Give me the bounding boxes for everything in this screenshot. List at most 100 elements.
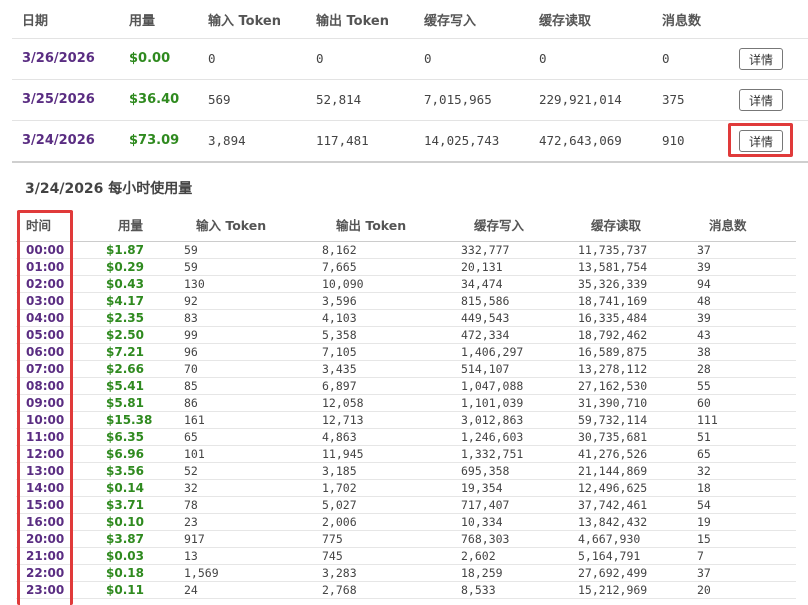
details-button[interactable]: 详情	[739, 89, 783, 111]
hour-input-token: 86	[184, 396, 198, 410]
daily-table-header: 日期 用量 输入 Token 输出 Token 缓存写入 缓存读取 消息数	[12, 0, 808, 39]
hour-output-token: 3,435	[322, 362, 357, 376]
hour-cache-read: 16,335,484	[578, 311, 648, 325]
hour-output-token: 2,768	[322, 583, 357, 597]
hour-cost: $15.38	[106, 413, 153, 427]
hour-cache-read: 4,667,930	[578, 532, 641, 546]
hour-messages: 39	[697, 260, 711, 274]
hour-input-token: 83	[184, 311, 198, 325]
details-button[interactable]: 详情	[739, 130, 783, 152]
row-messages: 0	[662, 51, 670, 66]
hour-cache-write: 1,047,088	[461, 379, 524, 393]
hour-cost: $6.96	[106, 447, 144, 461]
header-messages: 消息数	[709, 218, 747, 233]
hour-cache-read: 16,589,875	[578, 345, 648, 359]
hour-cache-write: 449,543	[461, 311, 510, 325]
row-cost: $36.40	[129, 92, 180, 107]
daily-row: 3/26/2026 $0.00 0 0 0 0 0 详情	[12, 39, 808, 80]
hour-time: 02:00	[26, 277, 65, 291]
hour-messages: 15	[697, 532, 711, 546]
header-date: 日期	[22, 14, 49, 29]
hour-time: 21:00	[26, 549, 65, 563]
hour-input-token: 59	[184, 243, 198, 257]
table-row: 09:00 $5.81 86 12,058 1,101,039 31,390,710 60	[16, 395, 796, 412]
hour-messages: 94	[697, 277, 711, 291]
header-cache-read: 缓存读取	[539, 14, 592, 29]
hour-cache-write: 472,334	[461, 328, 510, 342]
hour-messages: 48	[697, 294, 711, 308]
table-row: 01:00 $0.29 59 7,665 20,131 13,581,754 39	[16, 259, 796, 276]
hourly-table-header: 时间 用量 输入 Token 输出 Token 缓存写入 缓存读取 消息数	[16, 213, 796, 242]
hour-cost: $2.66	[106, 362, 144, 376]
hour-cache-read: 15,212,969	[578, 583, 648, 597]
header-messages: 消息数	[662, 14, 702, 29]
row-date: 3/26/2026	[22, 51, 95, 66]
hour-input-token: 161	[184, 413, 205, 427]
hour-messages: 20	[697, 583, 711, 597]
hour-input-token: 52	[184, 464, 198, 478]
hour-output-token: 12,713	[322, 413, 364, 427]
hour-cache-read: 27,162,530	[578, 379, 648, 393]
table-row: 15:00 $3.71 78 5,027 717,407 37,742,461 54	[16, 497, 796, 514]
hour-cache-read: 12,496,625	[578, 481, 648, 495]
table-row: 03:00 $4.17 92 3,596 815,586 18,741,169 48	[16, 293, 796, 310]
hour-time: 14:00	[26, 481, 65, 495]
header-input-token: 输入 Token	[196, 218, 267, 233]
hour-input-token: 65	[184, 430, 198, 444]
table-row: 22:00 $0.18 1,569 3,283 18,259 27,692,499 37	[16, 565, 796, 582]
hour-cache-write: 768,303	[461, 532, 510, 546]
hour-messages: 28	[697, 362, 711, 376]
hour-cost: $0.10	[106, 515, 144, 529]
row-cache-write: 0	[424, 51, 432, 66]
hour-cache-read: 13,581,754	[578, 260, 648, 274]
table-row: 21:00 $0.03 13 745 2,602 5,164,791 7	[16, 548, 796, 565]
hour-output-token: 2,006	[322, 515, 357, 529]
table-row: 20:00 $3.87 917 775 768,303 4,667,930 15	[16, 531, 796, 548]
header-cache-write: 缓存写入	[474, 218, 525, 233]
hour-output-token: 3,596	[322, 294, 357, 308]
row-date: 3/24/2026	[22, 133, 95, 148]
hour-cache-read: 11,735,737	[578, 243, 648, 257]
hourly-usage-table: 时间 用量 输入 Token 输出 Token 缓存写入 缓存读取 消息数 00…	[16, 213, 796, 599]
row-input-token: 569	[208, 92, 231, 107]
hour-cost: $7.21	[106, 345, 144, 359]
details-button[interactable]: 详情	[739, 48, 783, 70]
hour-input-token: 1,569	[184, 566, 219, 580]
hour-cache-write: 10,334	[461, 515, 503, 529]
hour-output-token: 3,283	[322, 566, 357, 580]
hour-output-token: 11,945	[322, 447, 364, 461]
row-cache-write: 7,015,965	[424, 92, 492, 107]
hour-input-token: 92	[184, 294, 198, 308]
hour-messages: 111	[697, 413, 718, 427]
hour-time: 06:00	[26, 345, 65, 359]
hour-input-token: 130	[184, 277, 205, 291]
hour-input-token: 96	[184, 345, 198, 359]
hour-messages: 60	[697, 396, 711, 410]
hour-cache-write: 1,101,039	[461, 396, 524, 410]
hour-messages: 51	[697, 430, 711, 444]
hour-cost: $2.50	[106, 328, 144, 342]
hour-messages: 18	[697, 481, 711, 495]
row-input-token: 0	[208, 51, 216, 66]
daily-row: 3/24/2026 $73.09 3,894 117,481 14,025,74…	[12, 121, 808, 163]
hour-input-token: 99	[184, 328, 198, 342]
hour-output-token: 12,058	[322, 396, 364, 410]
hour-input-token: 24	[184, 583, 198, 597]
hour-cache-read: 5,164,791	[578, 549, 641, 563]
hour-cache-write: 3,012,863	[461, 413, 524, 427]
table-row: 23:00 $0.11 24 2,768 8,533 15,212,969 20	[16, 582, 796, 599]
hour-cost: $0.29	[106, 260, 144, 274]
hour-time: 03:00	[26, 294, 65, 308]
hour-cache-write: 717,407	[461, 498, 510, 512]
row-output-token: 0	[316, 51, 324, 66]
hour-time: 09:00	[26, 396, 65, 410]
header-cache-write: 缓存写入	[424, 14, 477, 29]
hour-cache-write: 34,474	[461, 277, 503, 291]
hour-output-token: 775	[322, 532, 343, 546]
hour-time: 16:00	[26, 515, 65, 529]
hour-messages: 37	[697, 566, 711, 580]
hour-cache-read: 59,732,114	[578, 413, 648, 427]
hour-cache-write: 8,533	[461, 583, 496, 597]
hour-messages: 19	[697, 515, 711, 529]
hour-output-token: 7,665	[322, 260, 357, 274]
